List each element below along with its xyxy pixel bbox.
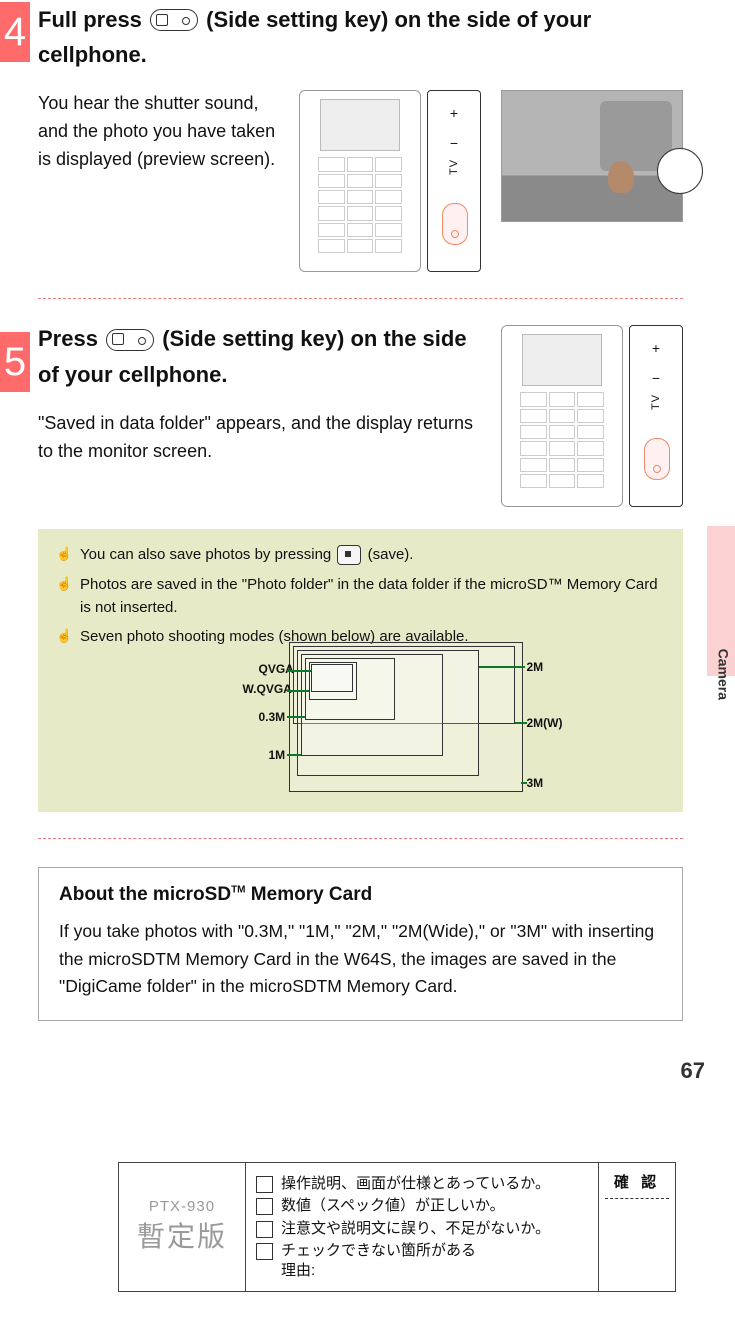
step-5-number: 5 (4, 340, 26, 384)
check-item-2: 数値（スペック値）が正しいか。 (281, 1196, 505, 1216)
check-item-4: チェックできない箇所がある 理由: (281, 1241, 476, 1280)
cellphone-illustration (501, 325, 623, 507)
step-5-tab: 5 (0, 332, 30, 392)
photo-preview-illustration (501, 90, 683, 222)
side-setting-key-highlight (644, 438, 670, 480)
check-item-1: 操作説明、画面が仕様とあっているか。 (281, 1174, 550, 1194)
tip-1: You can also save photos by pressing (sa… (80, 543, 413, 566)
footer-left: PTX-930 暫定版 (119, 1163, 246, 1292)
phone-side-callout: + − TV (629, 325, 683, 507)
mode-label-3m: 3M (527, 774, 544, 793)
about-microsd-box: About the microSDTM Memory Card If you t… (38, 867, 683, 1020)
step-divider (38, 838, 683, 839)
mode-label-03m: 0.3M (259, 708, 286, 727)
footer-mid: 操作説明、画面が仕様とあっているか。 数値（スペック値）が正しいか。 注意文や説… (246, 1163, 599, 1292)
about-body: If you take photos with "0.3M," "1M," "2… (59, 918, 662, 999)
step-4-heading: Full press (Side setting key) on the sid… (38, 2, 683, 72)
cellphone-illustration (299, 90, 421, 272)
step-4-tab: 4 (0, 2, 30, 62)
mode-label-2m: 2M (527, 658, 544, 677)
tips-box: ☝ You can also save photos by pressing (… (38, 529, 683, 812)
shooting-modes-diagram: QVGA W.QVGA 0.3M 1M 2M 2M(W) 3M (181, 658, 541, 798)
provisional-label: 暫定版 (137, 1215, 227, 1255)
checkbox-icon[interactable] (256, 1198, 273, 1215)
mode-label-2mw: 2M(W) (527, 714, 563, 733)
side-setting-key-icon (150, 9, 198, 31)
mode-label-wqvga: W.QVGA (243, 680, 292, 699)
tv-label: TV (448, 159, 460, 175)
mode-label-1m: 1M (269, 746, 286, 765)
pointing-hand-icon: ☝ (56, 544, 70, 562)
tm-superscript: TM (231, 885, 245, 896)
checkbox-icon[interactable] (256, 1221, 273, 1238)
step-4-body: You hear the shutter sound, and the phot… (38, 90, 279, 272)
side-setting-key-highlight (442, 203, 468, 245)
side-setting-key-icon (106, 329, 154, 351)
about-title-before: About the microSD (59, 884, 231, 905)
tip1-after: (save). (368, 546, 414, 563)
doc-code: PTX-930 (149, 1198, 215, 1215)
check-item-3: 注意文や説明文に誤り、不足がないか。 (281, 1219, 550, 1239)
step-4-number: 4 (4, 10, 26, 54)
page-number: 67 (681, 1058, 705, 1084)
volume-up-icon: + (652, 340, 660, 356)
confirm-cell: 確 認 (599, 1163, 675, 1292)
review-checklist-box: PTX-930 暫定版 操作説明、画面が仕様とあっているか。 数値（スペック値）… (118, 1162, 676, 1293)
phone-side-callout: + − TV (427, 90, 481, 272)
step5-heading-before: Press (38, 326, 104, 351)
pointing-hand-icon: ☝ (56, 626, 70, 644)
tip-2: Photos are saved in the "Photo folder" i… (80, 573, 665, 620)
volume-down-icon: − (652, 370, 660, 386)
tv-label: TV (650, 394, 662, 410)
confirm-label: 確 認 (614, 1174, 660, 1191)
about-title: About the microSDTM Memory Card (59, 884, 662, 906)
section-label: Camera (715, 649, 731, 700)
checkbox-icon[interactable] (256, 1243, 273, 1260)
pointing-hand-icon: ☝ (56, 574, 70, 592)
callout-circle-icon (657, 148, 703, 194)
step-5-heading: Press (Side setting key) on the side of … (38, 321, 481, 391)
tip1-before: You can also save photos by pressing (80, 546, 335, 563)
step-5-body: "Saved in data folder" appears, and the … (38, 410, 481, 466)
center-save-button-icon (337, 545, 361, 565)
step4-heading-before: Full press (38, 7, 148, 32)
about-title-after: Memory Card (246, 884, 373, 905)
step-divider (38, 298, 683, 299)
volume-down-icon: − (450, 135, 458, 151)
volume-up-icon: + (450, 105, 458, 121)
checkbox-icon[interactable] (256, 1176, 273, 1193)
